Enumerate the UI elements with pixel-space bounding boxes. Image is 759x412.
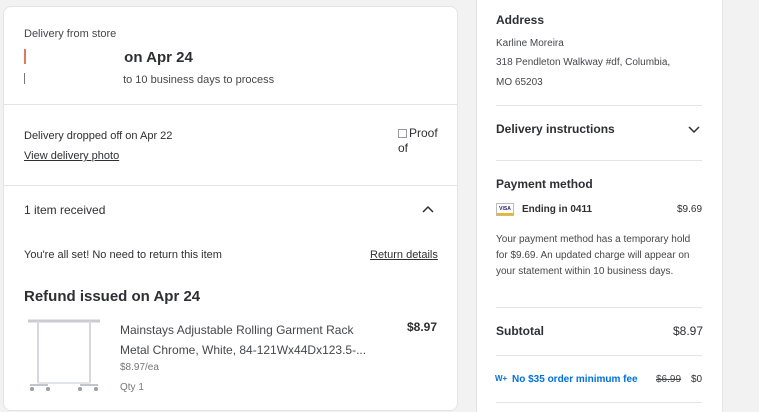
process-text: to 10 business days to process: [24, 73, 274, 86]
unit-price: $8.97/ea: [120, 362, 159, 373]
visa-card-icon: VISA: [496, 203, 514, 216]
product-price: $8.97: [407, 320, 438, 334]
quantity: Qty 1: [120, 382, 144, 393]
return-details-link[interactable]: Return details: [370, 249, 438, 261]
view-delivery-photo-link[interactable]: View delivery photo: [24, 150, 119, 162]
divider: [496, 105, 702, 106]
subtotal-value: $8.97: [673, 324, 704, 338]
address-line-2: MO 65203: [496, 77, 543, 88]
payment-amount: $9.69: [677, 204, 703, 215]
original-fee: $6.99: [656, 374, 682, 385]
address-title: Address: [496, 13, 545, 27]
refund-title: Refund issued on Apr 24: [24, 288, 201, 305]
dropped-off-text: Delivery dropped off on Apr 22: [24, 130, 173, 142]
process-text-label: to 10 business days to process: [123, 74, 275, 86]
product-image[interactable]: [24, 317, 104, 397]
chevron-down-icon[interactable]: [686, 121, 702, 137]
divider: [496, 355, 702, 356]
address-line-1: 318 Pendleton Walkway #df, Columbia,: [496, 57, 671, 68]
broken-image-icon: [398, 129, 407, 138]
delivery-type-label: Delivery from store: [24, 28, 117, 40]
redacted-text: [24, 73, 120, 84]
redacted-text: [24, 49, 120, 64]
walmart-plus-icon: W+: [495, 374, 508, 383]
chevron-up-icon[interactable]: [420, 201, 436, 217]
items-received-header[interactable]: 1 item received: [24, 203, 105, 217]
items-section: 1 item received You're all set! No need …: [4, 186, 457, 410]
divider: [496, 160, 702, 161]
discounted-fee: $0: [691, 374, 703, 385]
divider: [496, 402, 702, 403]
delivery-status-section: Delivery from store on Apr 24 to 10 busi…: [4, 7, 457, 105]
delivery-proof-section: Delivery dropped off on Apr 22 View deli…: [4, 105, 457, 186]
payment-hold-note: Your payment method has a temporary hold…: [496, 234, 691, 277]
arrival-title: on Apr 24: [24, 49, 193, 66]
order-summary-panel: Address Karline Moreira 318 Pendleton Wa…: [476, 0, 723, 412]
delivery-proof-image[interactable]: Proof of: [398, 126, 440, 166]
product-name[interactable]: Mainstays Adjustable Rolling Garment Rac…: [120, 320, 382, 360]
no-return-message: You're all set! No need to return this i…: [24, 249, 222, 261]
divider: [496, 307, 702, 308]
payment-method-title: Payment method: [496, 177, 593, 191]
delivery-instructions-toggle[interactable]: Delivery instructions: [496, 122, 615, 136]
subtotal-label: Subtotal: [496, 324, 544, 338]
arrival-date: on Apr 24: [124, 49, 193, 66]
minimum-fee-label: No $35 order minimum fee: [512, 374, 638, 385]
card-ending: Ending in 0411: [522, 204, 593, 215]
order-card: Delivery from store on Apr 24 to 10 busi…: [3, 6, 458, 411]
address-name: Karline Moreira: [496, 38, 564, 49]
